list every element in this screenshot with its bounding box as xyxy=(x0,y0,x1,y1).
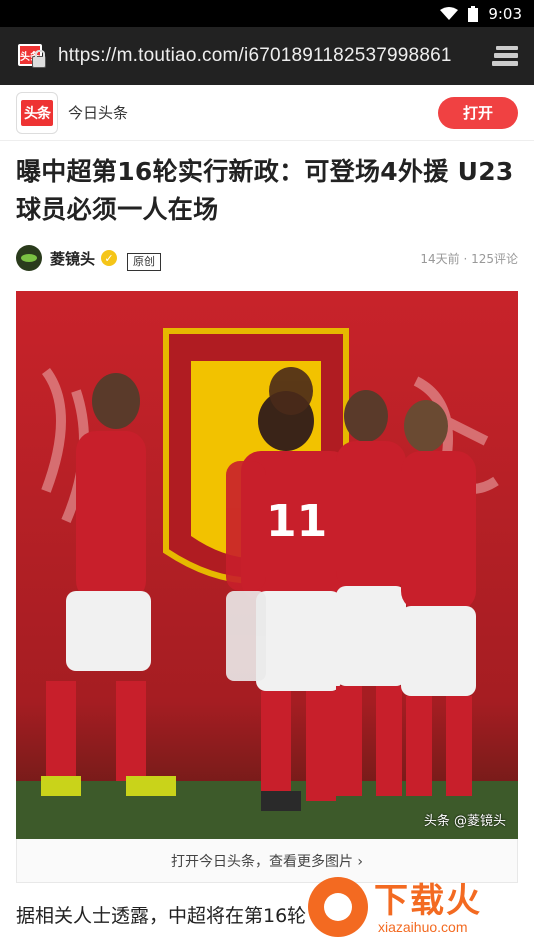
status-time: 9:03 xyxy=(488,4,522,23)
article-headline: 曝中超第16轮实行新政：可登场4外援 U23球员必须一人在场 xyxy=(16,157,514,224)
photo-watermark: 头条 @菱镜头 xyxy=(423,814,506,829)
toutiao-lock-icon[interactable]: 头条 xyxy=(18,40,50,72)
article: 曝中超第16轮实行新政：可登场4外援 U23球员必须一人在场 菱镜头 ✓ 原创 … xyxy=(0,153,534,931)
flame-icon xyxy=(308,877,368,937)
article-meta: 菱镜头 ✓ 原创 14天前 · 125评论 xyxy=(16,243,518,273)
app-banner: 头条 今日头条 打开 xyxy=(0,85,534,141)
author-name[interactable]: 菱镜头 xyxy=(50,248,95,269)
open-app-button[interactable]: 打开 xyxy=(438,96,518,129)
wifi-icon xyxy=(440,6,459,21)
verified-icon: ✓ xyxy=(101,250,118,266)
xiazaihuo-watermark-logo: 下载火 xiazaihuo.com xyxy=(308,873,528,945)
app-name: 今日头条 xyxy=(68,104,129,122)
url-text[interactable]: https://m.toutiao.com/i67018911825379988… xyxy=(58,45,482,67)
toutiao-logo-icon: 头条 xyxy=(16,91,58,134)
time-comments: 14天前 · 125评论 xyxy=(420,251,518,266)
article-photo[interactable]: 11 头条 @菱镜头 xyxy=(16,291,518,839)
status-bar: 9:03 xyxy=(0,0,534,27)
original-badge: 原创 xyxy=(127,253,162,271)
battery-icon xyxy=(468,5,479,22)
tabs-stack-icon[interactable] xyxy=(492,44,520,68)
avatar[interactable] xyxy=(16,245,42,271)
browser-url-bar[interactable]: 头条 https://m.toutiao.com/i67018911825379… xyxy=(0,27,534,85)
svg-text:11: 11 xyxy=(266,496,327,547)
